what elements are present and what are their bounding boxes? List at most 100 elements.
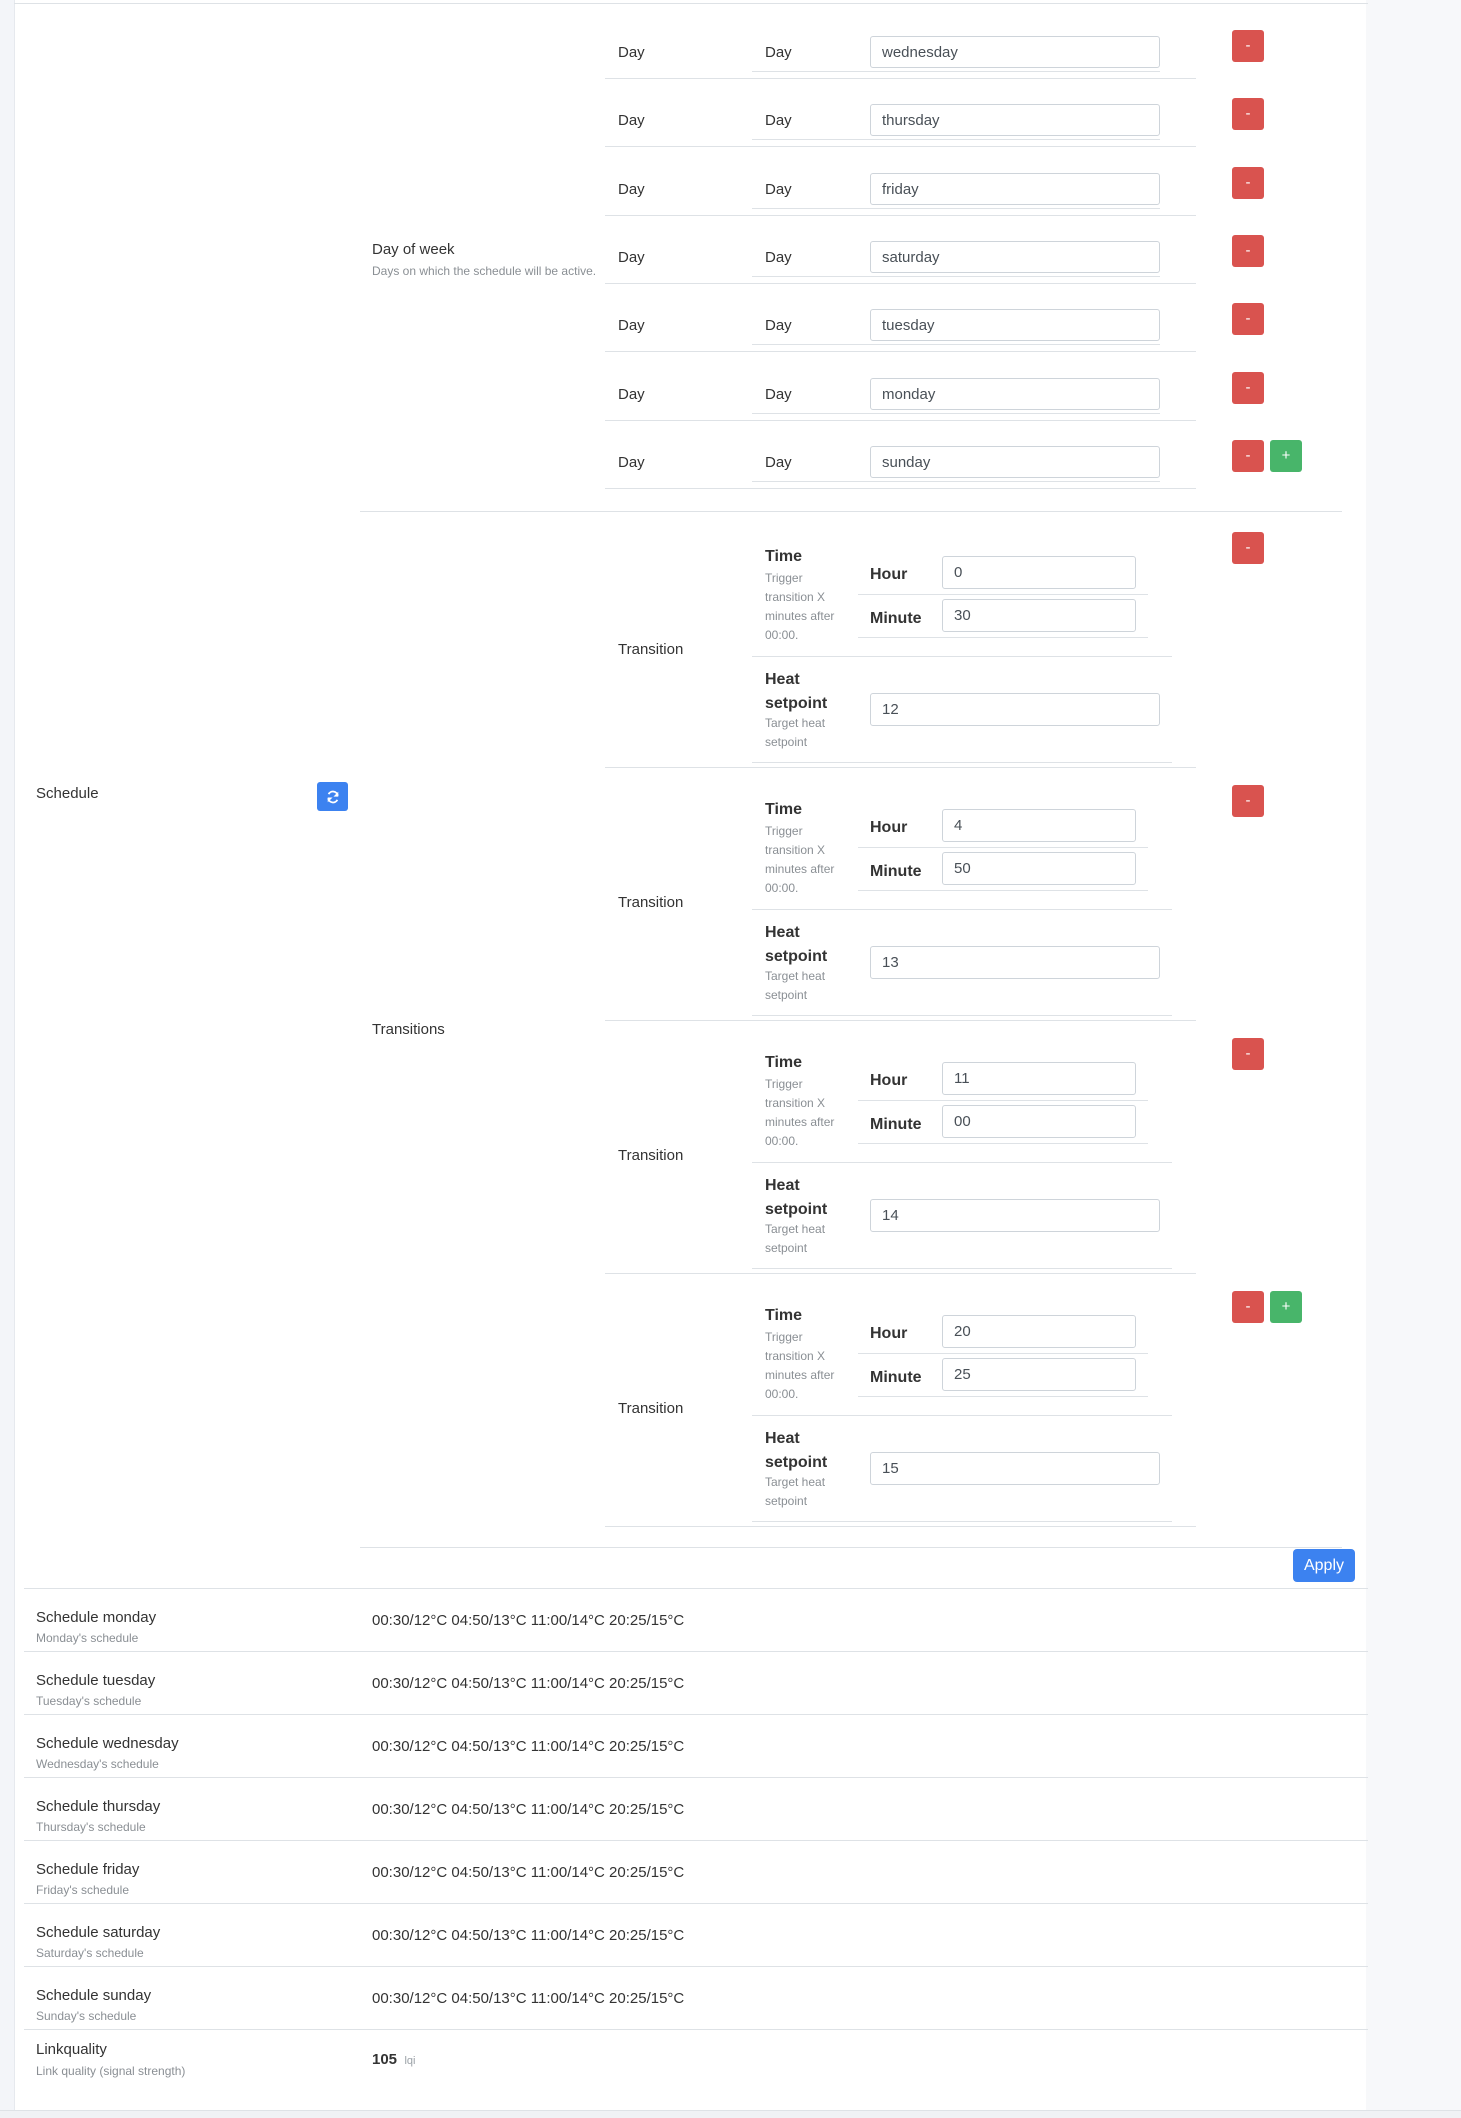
day-inner-label: Day	[765, 181, 792, 198]
minute-label: Minute	[870, 1369, 922, 1386]
time-description: Trigger transition X minutes after 00:00…	[765, 824, 835, 895]
schedule-row-value: 00:30/12°C 04:50/13°C 11:00/14°C 20:25/1…	[372, 1675, 685, 1692]
right-gutter	[1366, 0, 1461, 2117]
day-outer-label: Day	[618, 44, 645, 61]
transition-label: Transition	[618, 641, 684, 658]
transition-label: Transition	[618, 1147, 684, 1164]
divider	[752, 413, 1160, 414]
schedule-row-label: Schedule thursday	[36, 1798, 161, 1815]
remove-day-button[interactable]: -	[1232, 98, 1264, 130]
time-label: Time	[765, 1307, 803, 1324]
schedule-row-description: Wednesday's schedule	[36, 1757, 159, 1771]
minute-label: Minute	[870, 610, 922, 627]
heat-setpoint-label: Heat setpoint	[765, 1177, 828, 1218]
add-day-button[interactable]: +	[1270, 440, 1302, 472]
schedule-row-label: Schedule saturday	[36, 1924, 161, 1941]
divider	[24, 1588, 1368, 1589]
schedule-row-label: Schedule tuesday	[36, 1672, 156, 1689]
divider	[360, 1547, 1342, 1548]
divider	[752, 909, 1172, 910]
divider	[605, 1526, 1196, 1527]
time-description: Trigger transition X minutes after 00:00…	[765, 571, 835, 642]
day-outer-label: Day	[618, 249, 645, 266]
remove-day-button[interactable]: -	[1232, 235, 1264, 267]
divider	[14, 3, 1368, 4]
schedule-label: Schedule	[36, 785, 99, 802]
remove-day-button[interactable]: -	[1232, 167, 1264, 199]
divider	[752, 208, 1160, 209]
divider	[24, 1777, 1368, 1778]
hour-input[interactable]	[942, 809, 1136, 842]
day-input[interactable]	[870, 446, 1160, 478]
transition-label: Transition	[618, 894, 684, 911]
divider	[858, 1143, 1148, 1144]
refresh-button[interactable]	[317, 782, 348, 811]
divider	[752, 71, 1160, 72]
day-input[interactable]	[870, 309, 1160, 341]
hour-label: Hour	[870, 566, 908, 583]
hour-input[interactable]	[942, 556, 1136, 589]
divider	[752, 1521, 1172, 1522]
minute-input[interactable]	[942, 852, 1136, 885]
minute-input[interactable]	[942, 1358, 1136, 1391]
hour-input[interactable]	[942, 1315, 1136, 1348]
remove-transition-button[interactable]: -	[1232, 1038, 1264, 1070]
heat-setpoint-input[interactable]	[870, 946, 1160, 979]
divider	[858, 1396, 1148, 1397]
refresh-icon	[326, 790, 339, 803]
divider	[858, 890, 1148, 891]
divider	[752, 344, 1160, 345]
divider	[752, 1162, 1172, 1163]
schedule-row-value: 00:30/12°C 04:50/13°C 11:00/14°C 20:25/1…	[372, 1927, 685, 1944]
divider	[752, 1415, 1172, 1416]
divider	[24, 1840, 1368, 1841]
divider	[752, 656, 1172, 657]
divider	[858, 637, 1148, 638]
day-input[interactable]	[870, 104, 1160, 136]
heat-setpoint-description: Target heat setpoint	[765, 1475, 826, 1508]
hour-label: Hour	[870, 1072, 908, 1089]
day-input[interactable]	[870, 173, 1160, 205]
day-outer-label: Day	[618, 454, 645, 471]
left-gutter	[0, 0, 15, 2117]
minute-input[interactable]	[942, 599, 1136, 632]
heat-setpoint-input[interactable]	[870, 1452, 1160, 1485]
divider	[605, 1020, 1196, 1021]
remove-day-button[interactable]: -	[1232, 303, 1264, 335]
divider	[752, 481, 1160, 482]
heat-setpoint-label: Heat setpoint	[765, 924, 828, 965]
remove-transition-button[interactable]: -	[1232, 785, 1264, 817]
minute-input[interactable]	[942, 1105, 1136, 1138]
transition-label: Transition	[618, 1400, 684, 1417]
hour-label: Hour	[870, 819, 908, 836]
day-outer-label: Day	[618, 386, 645, 403]
schedule-row-label: Schedule monday	[36, 1609, 157, 1626]
add-transition-button[interactable]: +	[1270, 1291, 1302, 1323]
divider	[24, 1714, 1368, 1715]
heat-setpoint-input[interactable]	[870, 693, 1160, 726]
apply-button[interactable]: Apply	[1293, 1549, 1355, 1582]
day-input[interactable]	[870, 36, 1160, 68]
day-of-week-description: Days on which the schedule will be activ…	[372, 264, 597, 278]
day-inner-label: Day	[765, 454, 792, 471]
day-inner-label: Day	[765, 44, 792, 61]
hour-input[interactable]	[942, 1062, 1136, 1095]
schedule-row-description: Monday's schedule	[36, 1631, 139, 1645]
divider	[605, 283, 1196, 284]
remove-day-button[interactable]: -	[1232, 30, 1264, 62]
remove-transition-button[interactable]: -	[1232, 532, 1264, 564]
heat-setpoint-input[interactable]	[870, 1199, 1160, 1232]
heat-setpoint-description: Target heat setpoint	[765, 969, 826, 1002]
day-inner-label: Day	[765, 249, 792, 266]
remove-day-button[interactable]: -	[1232, 440, 1264, 472]
remove-day-button[interactable]: -	[1232, 372, 1264, 404]
remove-transition-button[interactable]: -	[1232, 1291, 1264, 1323]
day-input[interactable]	[870, 241, 1160, 273]
divider	[752, 762, 1172, 763]
heat-setpoint-description: Target heat setpoint	[765, 1222, 826, 1255]
day-input[interactable]	[870, 378, 1160, 410]
divider	[605, 767, 1196, 768]
divider	[360, 511, 1342, 512]
day-inner-label: Day	[765, 112, 792, 129]
schedule-row-value: 00:30/12°C 04:50/13°C 11:00/14°C 20:25/1…	[372, 1801, 685, 1818]
